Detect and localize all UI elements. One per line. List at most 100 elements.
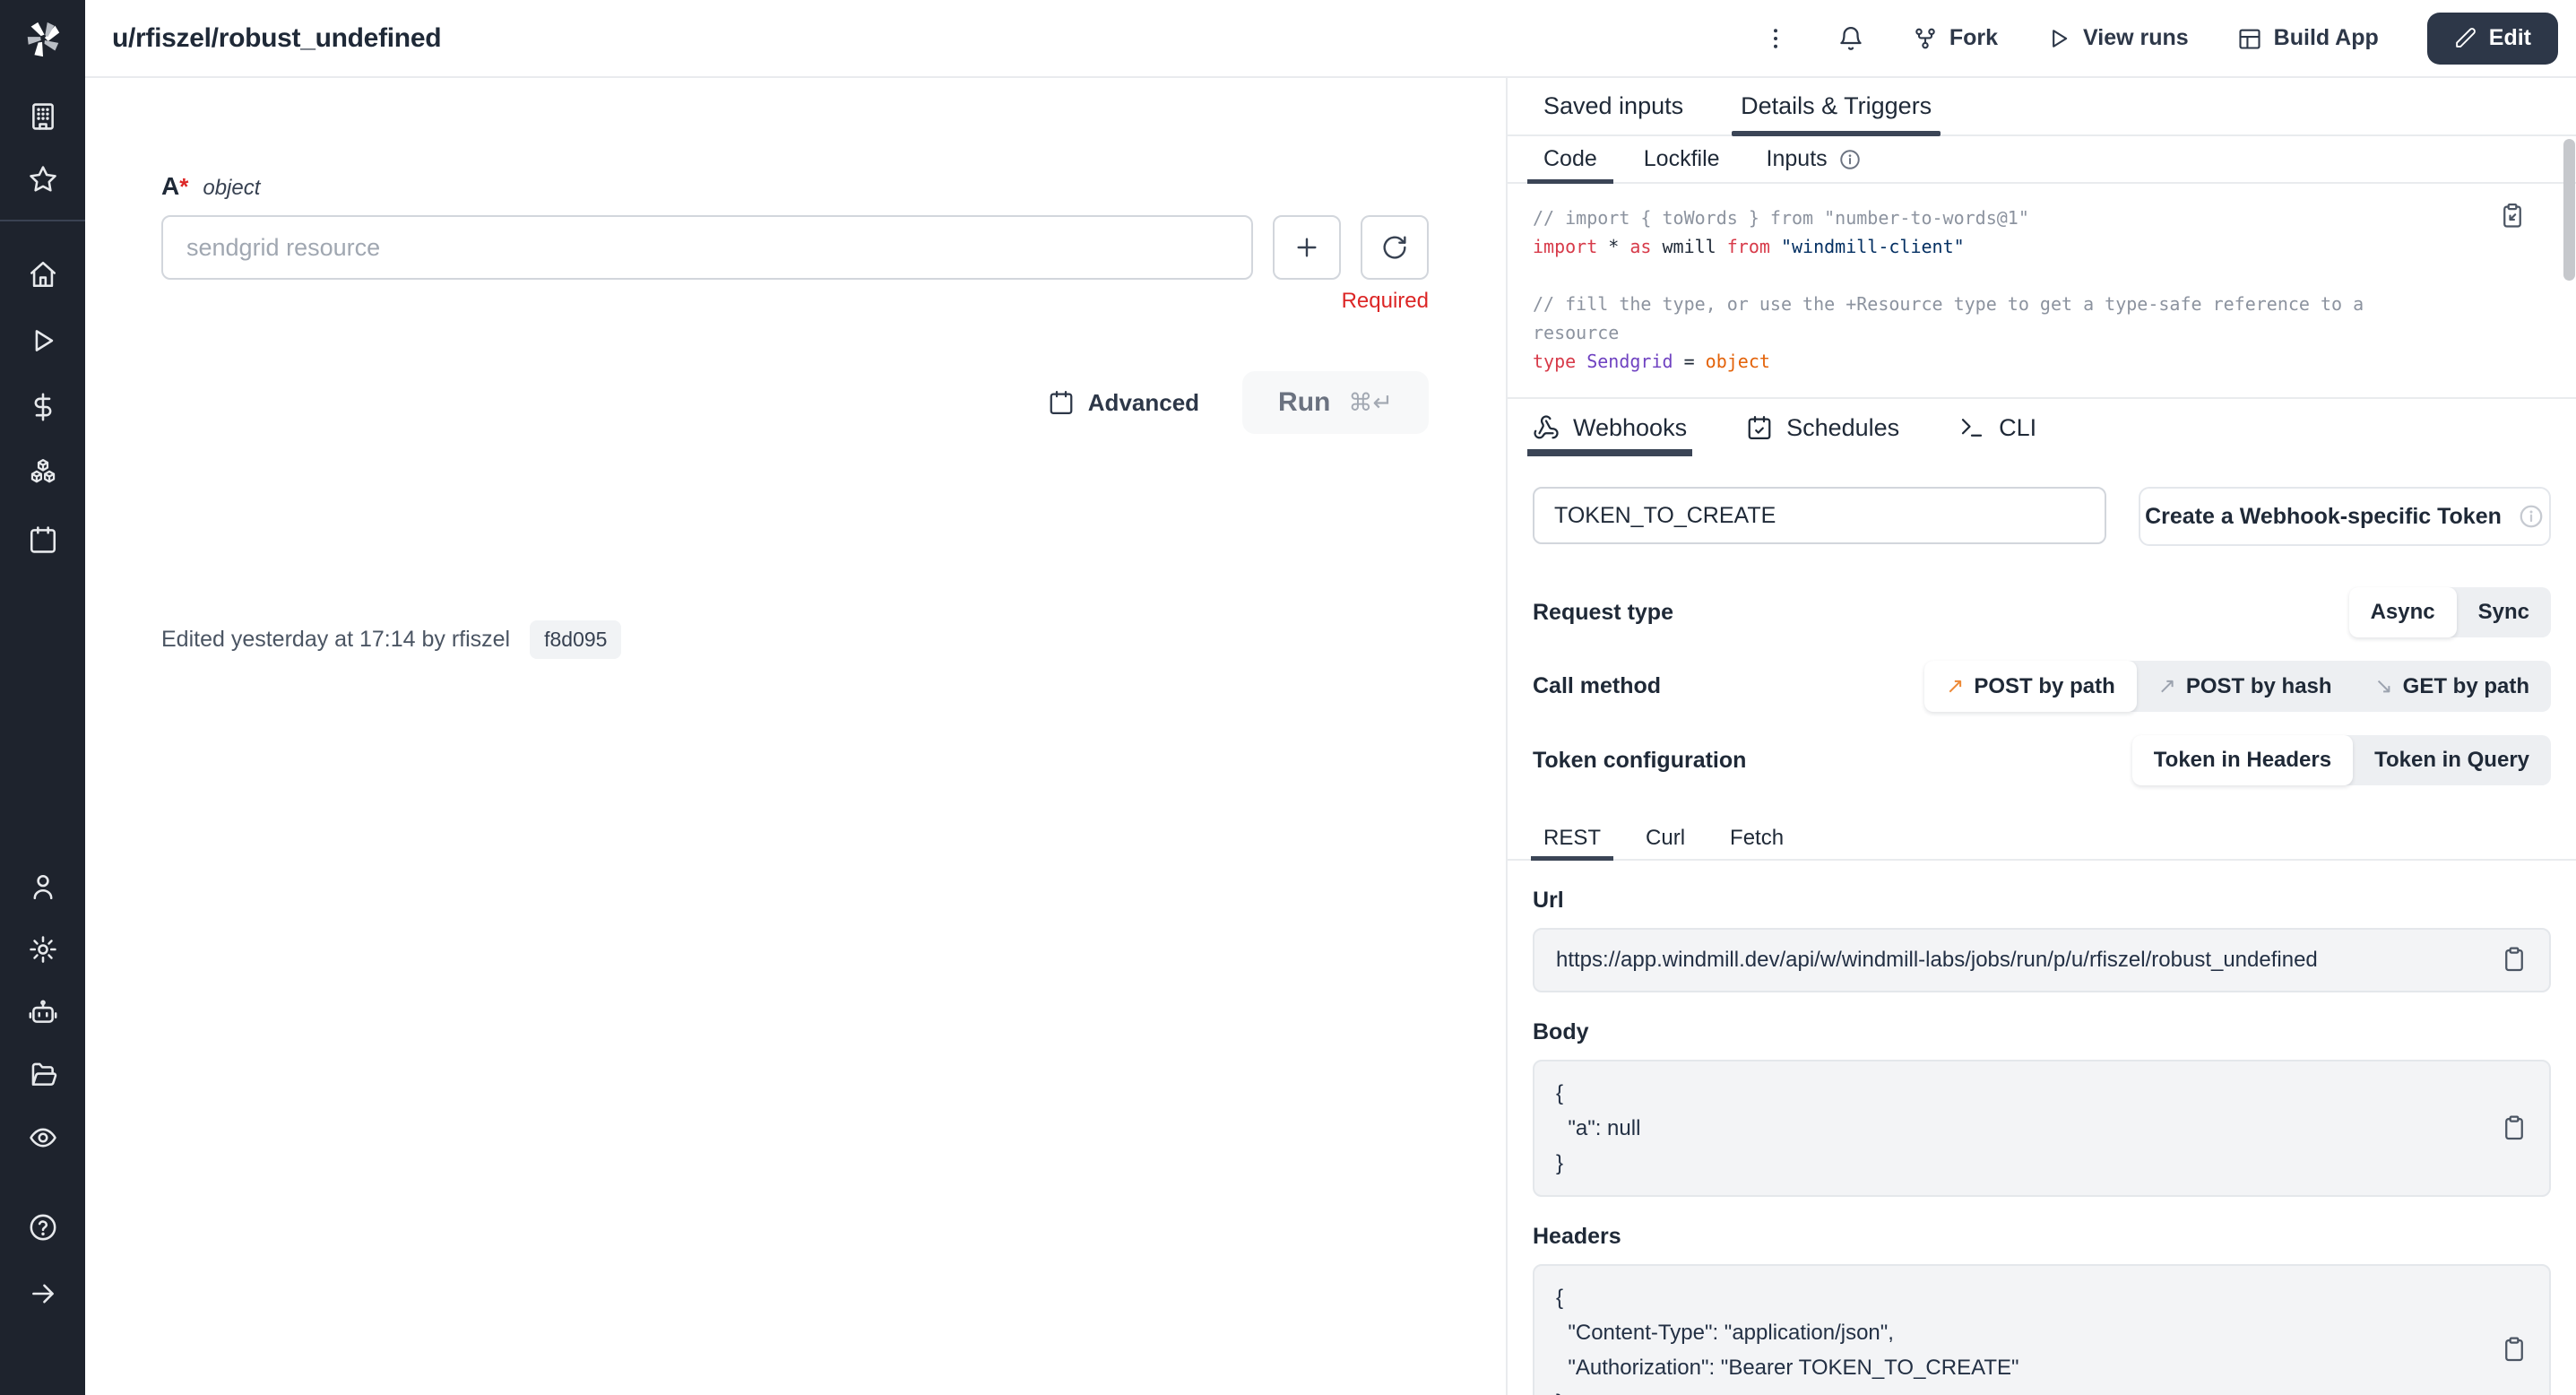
- copy-headers-button[interactable]: [2501, 1336, 2528, 1365]
- sidebar-top-group: [28, 101, 58, 195]
- tab-inputs[interactable]: Inputs: [1767, 136, 1862, 182]
- boxes-icon[interactable]: [28, 458, 58, 489]
- field-required-marker: *: [179, 173, 188, 201]
- tab-details-triggers[interactable]: Details & Triggers: [1741, 78, 1932, 134]
- field-label-row: A * object: [161, 172, 1429, 201]
- panel-scrollbar[interactable]: [2563, 139, 2575, 281]
- user-icon[interactable]: [28, 871, 58, 902]
- token-in-headers[interactable]: Token in Headers: [2132, 735, 2353, 785]
- edited-text: Edited yesterday at 17:14 by rfiszel: [161, 627, 510, 653]
- info-icon: [2518, 503, 2545, 530]
- main-column: u/rfiszel/robust_undefined: [85, 0, 2576, 1395]
- play-outline-icon: [2046, 26, 2071, 51]
- token-row: Create a Webhook-specific Token: [1533, 487, 2551, 546]
- windmill-logo-icon: [22, 19, 64, 60]
- detail-tabs: Code Lockfile Inputs: [1508, 136, 2576, 184]
- fork-button[interactable]: Fork: [1913, 25, 1998, 51]
- request-type-label: Request type: [1533, 600, 1673, 626]
- field-type: object: [203, 176, 260, 201]
- token-in-query[interactable]: Token in Query: [2353, 735, 2551, 785]
- folder-open-icon[interactable]: [28, 1060, 58, 1090]
- sidebar: [0, 0, 85, 1395]
- body-label: Body: [1533, 1019, 2551, 1045]
- build-app-button[interactable]: Build App: [2237, 25, 2379, 51]
- edit-button[interactable]: Edit: [2427, 13, 2558, 65]
- building-icon[interactable]: [28, 101, 58, 132]
- call-method-toggle: ↗ POST by path ↗ POST by hash ↘ GET by p…: [1924, 661, 2551, 712]
- sidebar-main-group: [28, 259, 58, 555]
- tab-schedules[interactable]: Schedules: [1746, 399, 1899, 456]
- topbar-actions: Fork View runs Build App: [1762, 13, 2558, 65]
- headers-section: Headers { "Content-Type": "application/j…: [1533, 1224, 2551, 1395]
- create-webhook-token-button[interactable]: Create a Webhook-specific Token: [2139, 487, 2551, 546]
- panel-tabs: Saved inputs Details & Triggers: [1508, 78, 2576, 136]
- copy-body-button[interactable]: [2501, 1113, 2528, 1143]
- add-resource-button[interactable]: [1273, 215, 1341, 280]
- tab-fetch[interactable]: Fetch: [1730, 818, 1784, 859]
- app-root: u/rfiszel/robust_undefined: [0, 0, 2576, 1395]
- clipboard-icon: [2501, 1113, 2528, 1140]
- create-webhook-token-label: Create a Webhook-specific Token: [2145, 504, 2502, 530]
- call-method-row: Call method ↗ POST by path ↗ POST by has…: [1533, 661, 2551, 712]
- windmill-logo[interactable]: [0, 0, 85, 78]
- sidebar-lower-group: [28, 871, 58, 1153]
- calendar-icon[interactable]: [28, 524, 58, 555]
- call-method-get-by-path[interactable]: ↘ GET by path: [2354, 661, 2551, 712]
- cli-label: CLI: [1999, 414, 2036, 442]
- page-title: u/rfiszel/robust_undefined: [112, 23, 441, 54]
- copy-url-button[interactable]: [2501, 946, 2528, 975]
- edited-row: Edited yesterday at 17:14 by rfiszel f8d…: [161, 620, 1429, 659]
- code-block: // import { toWords } from "number-to-wo…: [1533, 204, 2468, 376]
- notifications-button[interactable]: [1837, 25, 1864, 52]
- topbar: u/rfiszel/robust_undefined: [85, 0, 2576, 78]
- details-panel: Saved inputs Details & Triggers Code Loc…: [1506, 78, 2576, 1395]
- code-viewer: // import { toWords } from "number-to-wo…: [1508, 184, 2576, 399]
- token-config-label: Token configuration: [1533, 748, 1746, 774]
- view-runs-button[interactable]: View runs: [2046, 25, 2189, 51]
- help-icon[interactable]: [28, 1212, 58, 1243]
- arrow-up-right-icon: ↗: [1946, 673, 1964, 699]
- tab-rest[interactable]: REST: [1543, 818, 1601, 859]
- tab-webhooks[interactable]: Webhooks: [1533, 399, 1687, 456]
- call-method-post-by-hash[interactable]: ↗ POST by hash: [2137, 661, 2354, 712]
- arrow-right-icon[interactable]: [28, 1278, 58, 1309]
- settings-icon[interactable]: [28, 934, 58, 965]
- url-box: https://app.windmill.dev/api/w/windmill-…: [1533, 928, 2551, 992]
- call-method-post-by-path[interactable]: ↗ POST by path: [1924, 661, 2136, 712]
- play-icon[interactable]: [28, 325, 58, 356]
- run-button[interactable]: Run ⌘↵: [1242, 371, 1429, 434]
- star-icon[interactable]: [28, 164, 58, 195]
- home-icon[interactable]: [28, 259, 58, 290]
- token-config-row: Token configuration Token in Headers Tok…: [1533, 735, 2551, 785]
- advanced-label: Advanced: [1088, 389, 1199, 417]
- clipboard-icon: [2501, 946, 2528, 973]
- snippet-tabs: REST Curl Fetch: [1508, 818, 2576, 861]
- request-type-sync[interactable]: Sync: [2457, 587, 2551, 637]
- info-icon: [1838, 148, 1862, 171]
- request-type-async[interactable]: Async: [2349, 587, 2457, 637]
- refresh-button[interactable]: [1361, 215, 1429, 280]
- run-form-panel: A * object: [85, 78, 1506, 1395]
- post-by-path-label: POST by path: [1974, 674, 2114, 699]
- edit-label: Edit: [2489, 25, 2531, 51]
- tab-lockfile[interactable]: Lockfile: [1644, 136, 1720, 182]
- required-hint: Required: [161, 289, 1429, 314]
- kebab-menu-button[interactable]: [1762, 25, 1789, 52]
- content: A * object: [85, 78, 2576, 1395]
- arrow-up-right-icon: ↗: [2158, 673, 2176, 699]
- robot-icon[interactable]: [28, 997, 58, 1027]
- dollar-icon[interactable]: [28, 392, 58, 422]
- tab-cli[interactable]: CLI: [1958, 399, 2036, 456]
- advanced-button[interactable]: Advanced: [1048, 389, 1199, 417]
- webhook-icon: [1533, 414, 1560, 441]
- tab-code[interactable]: Code: [1543, 136, 1597, 182]
- eye-icon[interactable]: [28, 1122, 58, 1153]
- copy-code-button[interactable]: [2499, 202, 2526, 231]
- request-type-row: Request type Async Sync: [1533, 587, 2551, 637]
- arrow-down-right-icon: ↘: [2375, 673, 2393, 699]
- tab-curl[interactable]: Curl: [1646, 818, 1685, 859]
- calendar-icon: [1048, 389, 1075, 416]
- token-input[interactable]: [1533, 487, 2106, 544]
- tab-saved-inputs[interactable]: Saved inputs: [1543, 78, 1683, 134]
- resource-input[interactable]: [161, 215, 1253, 280]
